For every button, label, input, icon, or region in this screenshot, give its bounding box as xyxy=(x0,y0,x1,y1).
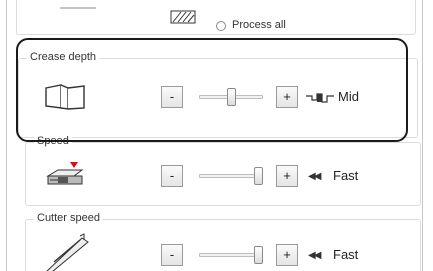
process-all-label: Process all xyxy=(232,19,286,31)
cutter-blade-icon xyxy=(46,233,89,271)
cutter-speed-slider[interactable] xyxy=(199,244,263,266)
card-stack-icon xyxy=(60,7,96,9)
feed-speed-thumb[interactable] xyxy=(254,167,263,185)
feed-speed-decrease-button[interactable]: - xyxy=(161,165,183,187)
cutter-speed-decrease-button[interactable]: - xyxy=(161,244,183,266)
process-all-radio[interactable] xyxy=(216,21,226,31)
feed-speed-value: Fast xyxy=(333,168,359,183)
fast-speed-icon: ◀◀ xyxy=(308,171,321,182)
cutter-speed-title: Cutter speed xyxy=(34,212,103,224)
cutter-speed-increase-button[interactable]: + xyxy=(276,244,298,266)
feed-speed-slider[interactable] xyxy=(199,165,263,187)
hatched-sheet-icon xyxy=(170,10,196,24)
feeder-icon xyxy=(46,162,84,185)
fast-speed-icon: ◀◀ xyxy=(308,250,321,261)
cutter-speed-value: Fast xyxy=(333,247,359,262)
feed-speed-increase-button[interactable]: + xyxy=(276,165,298,187)
highlight-outline xyxy=(16,38,408,142)
cutter-speed-thumb[interactable] xyxy=(254,246,263,264)
